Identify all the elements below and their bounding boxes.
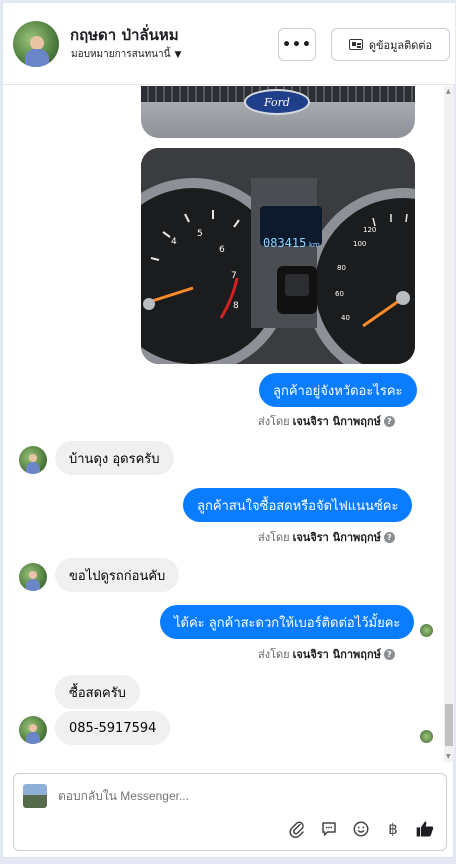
more-icon: ••• [282, 36, 312, 53]
odometer-reading: 083415 [263, 236, 306, 250]
message-outgoing[interactable]: ลูกค้าอยู่จังหวัดอะไรคะ [259, 373, 417, 407]
car-front-photo[interactable]: Ford [141, 86, 415, 138]
speech-bubble-icon[interactable] [318, 818, 340, 840]
svg-text:60: 60 [335, 290, 344, 298]
svg-text:8: 8 [233, 301, 239, 311]
ford-logo: Ford [244, 89, 310, 115]
svg-text:7: 7 [231, 271, 237, 281]
reply-input[interactable] [58, 789, 213, 803]
reply-composer: ฿ [13, 773, 447, 851]
scroll-up-icon[interactable]: ▲ [446, 88, 451, 95]
seen-avatar [420, 624, 433, 637]
help-icon[interactable]: ? [383, 415, 395, 427]
thumbs-up-icon[interactable] [414, 818, 436, 840]
message-incoming[interactable]: ขอไปดูรถก่อนคับ [55, 558, 180, 592]
scroll-thumb[interactable] [445, 704, 453, 746]
assign-label: มอบหมายการสนทนานี้ [71, 49, 171, 60]
sent-by-info: ส่งโดย เจนจิรา นิกาพฤกษ์ ? [258, 645, 395, 663]
contact-avatar-small[interactable] [19, 563, 47, 591]
contact-avatar-small[interactable] [19, 716, 47, 744]
messenger-panel: กฤษดา ป่าลั่นหม มอบหมายการสนทนานี้ ▼ •••… [2, 2, 455, 858]
page-avatar [23, 784, 47, 808]
view-contact-button[interactable]: ดูข้อมูลติดต่อ [331, 28, 450, 61]
contact-avatar-small[interactable] [19, 446, 47, 474]
svg-text:120: 120 [363, 226, 376, 234]
paperclip-icon[interactable] [286, 818, 308, 840]
dashboard-illustration: 083415 km 4 5 6 7 8 100 80 60 40 120 [141, 148, 415, 364]
smiley-icon[interactable] [350, 818, 372, 840]
dashboard-photo[interactable]: 083415 km 4 5 6 7 8 100 80 60 40 120 [141, 148, 415, 364]
scroll-down-icon[interactable]: ▼ [446, 753, 451, 760]
more-options-button[interactable]: ••• [278, 28, 316, 61]
message-incoming[interactable]: บ้านดุง อุดรครับ [55, 441, 174, 475]
caret-down-icon: ▼ [174, 49, 182, 60]
message-outgoing[interactable]: ได้ค่ะ ลูกค้าสะดวกให้เบอร์ติดต่อไว้มั้ยค… [160, 605, 415, 639]
contact-card-icon [348, 39, 363, 50]
message-outgoing[interactable]: ลูกค้าสนใจซื้อสดหรือจัดไฟแนนซ์คะ [183, 488, 413, 522]
contact-name[interactable]: กฤษดา ป่าลั่นหม [70, 23, 179, 47]
conversation-header: กฤษดา ป่าลั่นหม มอบหมายการสนทนานี้ ▼ •••… [3, 3, 455, 85]
seen-avatar [420, 730, 433, 743]
message-incoming[interactable]: ซื้อสดครับ [55, 675, 140, 709]
thread-scrollbar[interactable]: ▲ ▼ [444, 86, 454, 762]
svg-text:6: 6 [219, 245, 225, 255]
svg-text:80: 80 [337, 264, 346, 272]
composer-toolbar: ฿ [286, 818, 436, 840]
svg-text:40: 40 [341, 314, 350, 322]
svg-text:100: 100 [353, 240, 366, 248]
help-icon[interactable]: ? [383, 531, 395, 543]
message-thread[interactable]: Ford 083415 km 4 5 6 7 8 100 80 60 40 12… [3, 86, 455, 762]
odometer-unit: km [309, 241, 320, 249]
message-incoming[interactable]: 085-5917594 [55, 711, 171, 745]
sent-by-info: ส่งโดย เจนจิรา นิกาพฤกษ์ ? [258, 528, 395, 546]
svg-text:4: 4 [171, 237, 177, 247]
baht-icon[interactable]: ฿ [382, 818, 404, 840]
svg-text:5: 5 [197, 229, 203, 239]
view-contact-label: ดูข้อมูลติดต่อ [368, 38, 433, 52]
contact-avatar[interactable] [13, 21, 59, 67]
sent-by-info: ส่งโดย เจนจิรา นิกาพฤกษ์ ? [258, 412, 395, 430]
help-icon[interactable]: ? [383, 648, 395, 660]
assign-conversation[interactable]: มอบหมายการสนทนานี้ ▼ [71, 47, 181, 62]
